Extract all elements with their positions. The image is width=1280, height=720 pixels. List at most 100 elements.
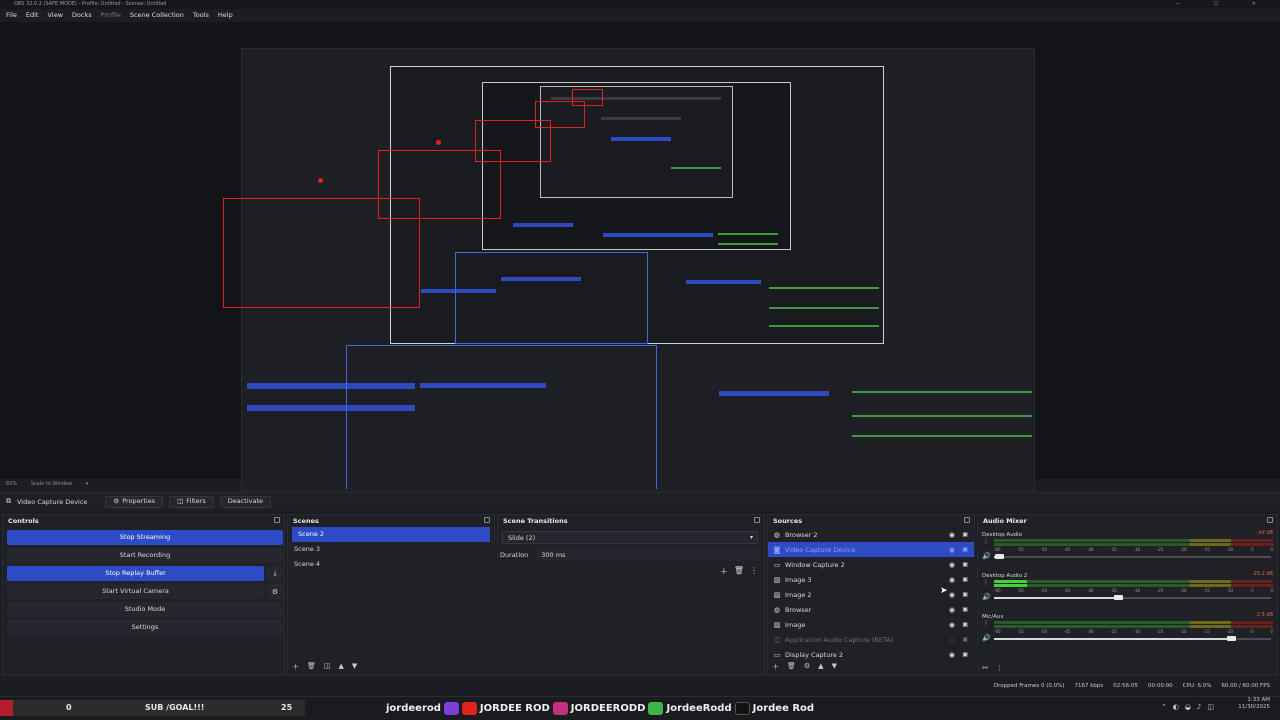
menu-edit[interactable]: Edit	[26, 9, 39, 22]
social-handle: JORDEE ROD	[479, 702, 550, 714]
tiktok-icon	[734, 701, 750, 715]
scene-item[interactable]: Scene 2	[292, 527, 490, 542]
filters-button[interactable]: ◫ Filters	[169, 495, 214, 508]
slider-handle[interactable]	[1113, 595, 1123, 600]
trash-icon[interactable]: 🗑	[734, 566, 744, 577]
eye-icon[interactable]: ◉	[949, 591, 955, 599]
undock-icon[interactable]	[964, 517, 970, 523]
arrow-down-icon[interactable]: ▼	[832, 662, 837, 672]
more-icon[interactable]: ⋮	[983, 538, 989, 545]
lock-icon[interactable]: ▣	[962, 621, 968, 628]
settings-button[interactable]: Settings	[7, 620, 283, 635]
gear-icon[interactable]: ⚙	[804, 662, 810, 672]
menu-scene-collection[interactable]: Scene Collection	[130, 9, 184, 22]
slider-handle[interactable]	[994, 554, 1004, 559]
image-icon: ▨	[773, 590, 781, 599]
menu-docks[interactable]: Docks	[72, 9, 92, 22]
scale-mode[interactable]: Scale to Window	[31, 481, 72, 487]
save-replay-icon[interactable]: ⤓	[267, 566, 283, 581]
undock-icon[interactable]	[1267, 517, 1273, 523]
system-tray-icons[interactable]: ⌃◐◒♪◫	[1161, 703, 1220, 711]
eye-icon[interactable]: ◉	[949, 531, 955, 539]
arrow-down-icon[interactable]: ▼	[352, 662, 357, 672]
link-icon[interactable]: ⚯	[982, 664, 988, 672]
source-item[interactable]: ◍ Browser ◉ ▣	[768, 602, 974, 617]
lock-icon[interactable]: ▣	[962, 531, 968, 538]
arrow-up-icon[interactable]: ▲	[339, 662, 344, 672]
speaker-icon[interactable]: 🔊	[982, 634, 991, 642]
transition-select[interactable]: Slide (2) ▾	[502, 531, 758, 544]
eye-icon[interactable]: ◉	[949, 561, 955, 569]
filter-icon[interactable]: ◫	[324, 662, 331, 672]
system-clock[interactable]: 1:33 AM 11/30/2025	[1238, 697, 1270, 711]
eye-icon[interactable]: ◉	[949, 651, 955, 659]
duration-input[interactable]: 300 ms	[536, 549, 760, 561]
lock-icon[interactable]: ▣	[962, 651, 968, 658]
minimize-button[interactable]: —	[1175, 1, 1196, 7]
maximize-button[interactable]: ☐	[1214, 1, 1234, 7]
lock-icon[interactable]: ▣	[962, 546, 968, 553]
eye-icon[interactable]: ◉	[949, 576, 955, 584]
menu-help[interactable]: Help	[218, 9, 233, 22]
scene-item[interactable]: Scene 3	[288, 542, 494, 557]
menu-tools[interactable]: Tools	[193, 9, 209, 22]
preview-area[interactable]	[0, 22, 1280, 495]
lock-icon[interactable]: ▣	[962, 576, 968, 583]
gear-icon[interactable]: ⚙	[267, 584, 283, 599]
trash-icon[interactable]: 🗑	[787, 662, 796, 672]
start-recording-button[interactable]: Start Recording	[7, 548, 283, 563]
add-icon[interactable]: ＋	[292, 662, 299, 672]
trash-icon[interactable]: 🗑	[307, 662, 316, 672]
undock-icon[interactable]	[274, 517, 280, 523]
undock-icon[interactable]	[754, 517, 760, 523]
deactivate-button[interactable]: Deactivate	[219, 495, 272, 508]
eye-off-icon[interactable]: ◌	[949, 636, 955, 644]
source-item[interactable]: ◙ Video Capture Device ◉ ▣	[768, 542, 974, 557]
add-icon[interactable]: ＋	[772, 662, 779, 672]
more-icon[interactable]: ⋮	[996, 664, 1003, 672]
stop-replay-buffer-button[interactable]: Stop Replay Buffer	[7, 566, 264, 581]
start-virtual-camera-button[interactable]: Start Virtual Camera	[7, 584, 264, 599]
source-item[interactable]: ▭ Window Capture 2 ◉ ▣	[768, 557, 974, 572]
eye-icon[interactable]: ◉	[949, 621, 955, 629]
source-item[interactable]: ◫ Application Audio Capture (BETA) ◌ ▣	[768, 632, 974, 647]
undock-icon[interactable]	[484, 517, 490, 523]
properties-button[interactable]: ⚙ Properties	[105, 495, 164, 508]
zoom-level[interactable]: 82%	[6, 481, 17, 487]
eye-icon[interactable]: ◉	[949, 546, 955, 554]
volume-slider[interactable]	[994, 595, 1271, 600]
more-icon[interactable]: ⋮	[983, 579, 989, 586]
source-item[interactable]: ▨ Image ◉ ▣	[768, 617, 974, 632]
chevron-down-icon[interactable]: ▾	[86, 481, 89, 487]
lock-icon[interactable]: ▣	[962, 561, 968, 568]
social-handle: jordeerod	[386, 702, 441, 714]
stop-streaming-button[interactable]: Stop Streaming	[7, 530, 283, 545]
more-icon[interactable]: ⋮	[983, 620, 989, 627]
menu-view[interactable]: View	[47, 9, 62, 22]
lock-icon[interactable]: ▣	[962, 606, 968, 613]
meter-tick-label: -60	[994, 547, 1001, 552]
studio-mode-button[interactable]: Studio Mode	[7, 602, 283, 617]
eye-icon[interactable]: ◉	[949, 606, 955, 614]
add-icon[interactable]: ＋	[720, 566, 728, 577]
speaker-icon[interactable]: 🔊	[982, 593, 991, 601]
speaker-icon[interactable]: 🔊	[982, 552, 991, 560]
scene-item[interactable]: Scene 4	[288, 557, 494, 572]
close-button[interactable]: ✕	[1252, 1, 1272, 7]
more-icon[interactable]: ⋮	[750, 566, 758, 577]
volume-slider[interactable]	[994, 636, 1271, 641]
duration-row: Duration 300 ms	[500, 549, 760, 561]
slider-handle[interactable]	[1227, 636, 1237, 641]
source-item[interactable]: ▭ Display Capture 2 ◉ ▣	[768, 647, 974, 662]
monitor-icon: ▭	[773, 650, 781, 659]
rotate-handle[interactable]	[318, 178, 323, 183]
menu-profile[interactable]: Profile	[101, 9, 121, 22]
lock-icon[interactable]: ▣	[962, 636, 968, 643]
source-item[interactable]: ▨ Image 3 ◉ ▣	[768, 572, 974, 587]
volume-slider[interactable]	[994, 554, 1271, 559]
lock-icon[interactable]: ▣	[962, 591, 968, 598]
menu-file[interactable]: File	[6, 9, 17, 22]
meter-tick-label: -15	[1203, 588, 1210, 593]
source-item[interactable]: ◍ Browser 2 ◉ ▣	[768, 527, 974, 542]
arrow-up-icon[interactable]: ▲	[818, 662, 823, 672]
